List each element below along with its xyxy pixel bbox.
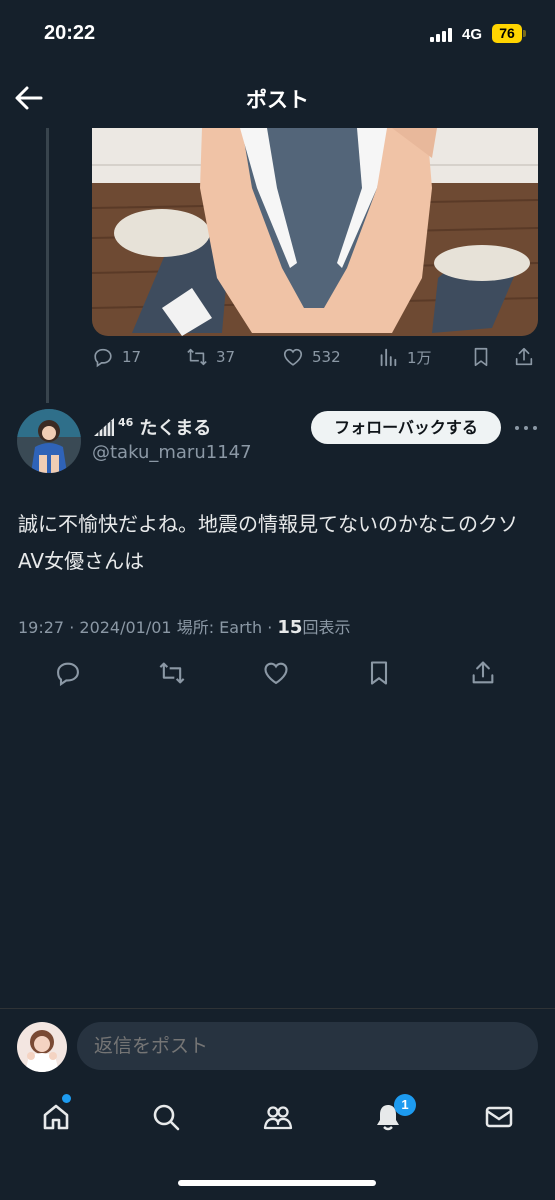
battery-tip [523, 30, 526, 37]
reply-button[interactable]: 17 [92, 346, 141, 368]
post-time: 19:27 [18, 618, 65, 637]
meta-separator: · [267, 618, 273, 637]
reply-input[interactable] [77, 1022, 538, 1070]
author-name-row[interactable]: 46 たくまる [92, 414, 211, 440]
home-new-dot [62, 1094, 71, 1103]
share-button[interactable] [465, 655, 501, 691]
repost-button[interactable]: 37 [186, 346, 235, 368]
bookmark-icon [370, 661, 388, 685]
heart-icon [264, 662, 288, 685]
repost-icon [187, 348, 207, 366]
home-indicator[interactable] [178, 1180, 376, 1186]
follow-back-button[interactable]: フォローバックする [311, 411, 501, 444]
share-button[interactable] [513, 346, 535, 368]
post-date: 2024/01/01 [79, 618, 172, 637]
reply-count: 17 [122, 348, 142, 366]
thread-line [46, 128, 49, 403]
like-count: 532 [312, 348, 341, 366]
nav-messages[interactable] [479, 1097, 519, 1137]
share-icon [515, 347, 533, 366]
bookmark-button[interactable] [361, 655, 397, 691]
more-options-button[interactable] [512, 416, 540, 440]
author-avatar[interactable] [17, 409, 81, 473]
reply-icon [57, 662, 79, 687]
photo-illustration [92, 128, 538, 336]
more-dots-icon [515, 426, 537, 430]
heart-icon [283, 348, 303, 366]
author-display-name: たくまる [139, 418, 212, 439]
nav-search[interactable] [146, 1097, 186, 1137]
post-meta: 19:27 · 2024/01/01 場所: Earth · 15回表示 [18, 614, 350, 638]
repost-count: 37 [216, 348, 236, 366]
views-count: 1万 [407, 348, 432, 367]
current-user-avatar[interactable] [17, 1022, 67, 1072]
avatar-photo [17, 409, 81, 473]
search-icon [153, 1104, 180, 1131]
avatar-photo [17, 1022, 67, 1072]
post-actions [0, 655, 555, 691]
badge-superscript: 46 [118, 415, 134, 429]
share-icon [472, 661, 494, 684]
reply-icon [94, 348, 112, 368]
post-image[interactable] [92, 128, 538, 336]
bookmark-button[interactable] [470, 346, 492, 368]
like-button[interactable] [258, 655, 294, 691]
meta-separator: · [69, 618, 75, 637]
page-title: ポスト [246, 88, 309, 112]
post-views-count: 15 [277, 617, 303, 638]
post-views-label: 回表示 [302, 618, 351, 637]
bookmark-icon [474, 347, 488, 367]
author-handle[interactable]: @taku_maru1147 [92, 442, 252, 463]
analytics-icon [380, 348, 397, 367]
signal-badge-icon [94, 418, 114, 436]
signal-strength-icon [430, 28, 452, 42]
repost-button[interactable] [154, 655, 190, 691]
like-button[interactable]: 532 [282, 346, 341, 368]
notification-badge: 1 [394, 1094, 416, 1116]
views-button[interactable]: 1万 [377, 346, 432, 368]
battery-icon: 76 [492, 24, 522, 43]
communities-icon [263, 1106, 293, 1130]
status-time: 20:22 [44, 22, 96, 44]
post-location: 場所: Earth [176, 618, 263, 637]
network-type: 4G [462, 26, 483, 43]
quoted-post-actions: 17 37 532 1万 [92, 346, 538, 376]
home-icon [43, 1104, 69, 1130]
messages-icon [485, 1106, 513, 1128]
repost-icon [159, 662, 185, 684]
reply-button[interactable] [50, 655, 86, 691]
post-text: 誠に不愉快だよね。地震の情報見てないのかなこのクソAV女優さんは [18, 512, 518, 573]
nav-communities[interactable] [258, 1097, 298, 1137]
nav-home[interactable] [36, 1097, 76, 1137]
divider [0, 1008, 555, 1009]
